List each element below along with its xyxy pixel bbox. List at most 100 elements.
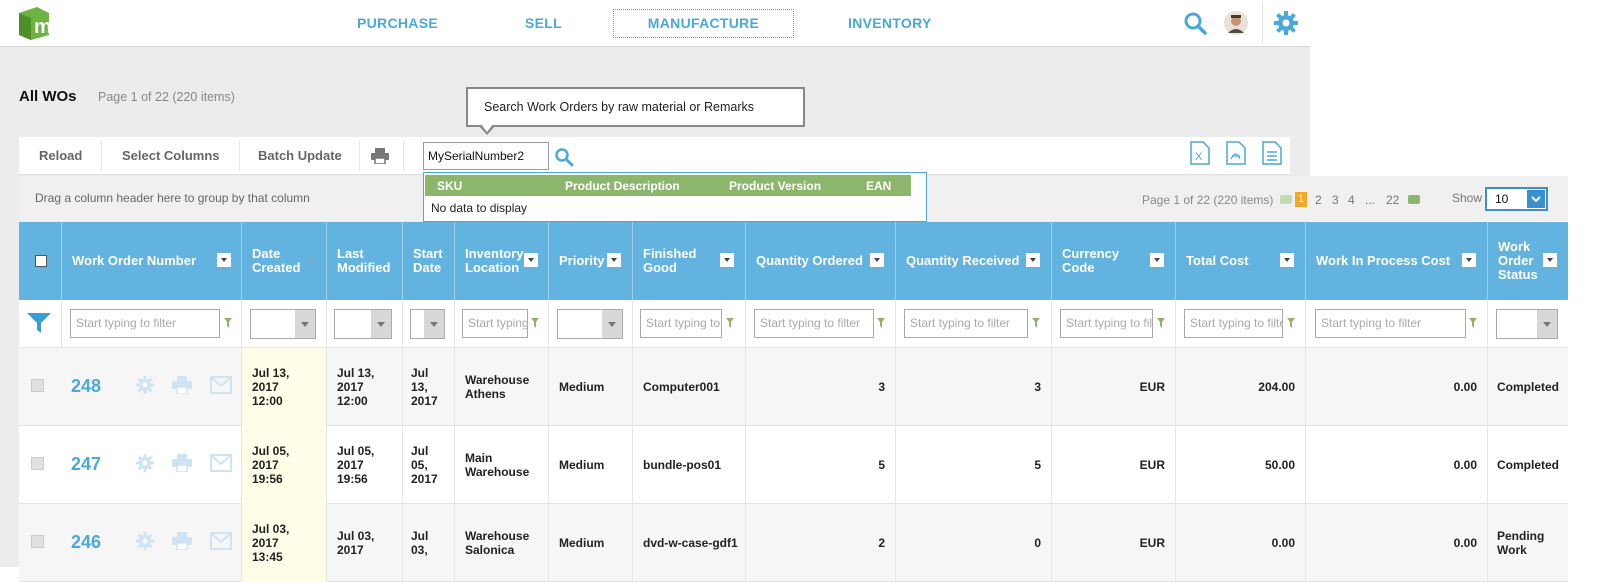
nav-purchase[interactable]: PURCHASE	[357, 15, 438, 31]
work-order-number-link[interactable]: 246	[71, 532, 101, 553]
settings-gear-icon[interactable]	[136, 454, 154, 472]
page-22[interactable]: 22	[1386, 193, 1399, 207]
user-avatar-icon[interactable]	[1224, 11, 1248, 35]
column-menu-icon[interactable]	[1543, 253, 1557, 267]
nav-manufacture[interactable]: MANUFACTURE	[613, 9, 794, 38]
reload-button[interactable]: Reload	[39, 137, 82, 175]
table-row[interactable]: 247 Jul 05, 2017 19:56 Jul 05, 2017 19:56 J…	[19, 426, 1568, 504]
settings-gear-icon[interactable]	[136, 532, 154, 550]
cell-value: Jul 13, 2017 12:00	[252, 366, 290, 408]
filter-wo-number-input[interactable]: Start typing to filter	[70, 309, 220, 338]
cell-value: Jul 03, 2017 13:45	[252, 522, 290, 564]
row-checkbox[interactable]	[31, 535, 44, 548]
next-page-icon[interactable]	[1408, 195, 1420, 204]
filter-qty-ordered-input[interactable]: Start typing to filter	[754, 309, 874, 338]
page-3[interactable]: 3	[1332, 193, 1339, 207]
col-inventory-location[interactable]: Inventory Location	[455, 222, 549, 300]
row-print-icon[interactable]	[172, 454, 192, 472]
filter-option-icon[interactable]	[1287, 318, 1295, 328]
page-ellipsis[interactable]: ...	[1365, 193, 1375, 207]
filter-qty-received-input[interactable]: Start typing to filter	[904, 309, 1028, 338]
app-logo-icon[interactable]: m	[17, 5, 51, 41]
filter-option-icon[interactable]	[224, 318, 232, 328]
export-pdf-icon[interactable]	[1226, 141, 1246, 165]
filter-option-icon[interactable]	[1469, 318, 1477, 328]
col-finished-good[interactable]: Finished Good	[633, 222, 746, 300]
column-menu-icon[interactable]	[1280, 253, 1294, 267]
col-start-date[interactable]: Start Date	[403, 222, 455, 300]
cell-value: Completed	[1497, 458, 1560, 472]
cell-value: Completed	[1497, 380, 1560, 394]
select-columns-button[interactable]: Select Columns	[122, 137, 220, 175]
tooltip-tail-inner	[481, 124, 493, 132]
col-priority[interactable]: Priority	[549, 222, 633, 300]
print-icon[interactable]	[371, 148, 389, 164]
export-excel-icon[interactable]: X	[1190, 141, 1210, 165]
filter-option-icon[interactable]	[1032, 318, 1040, 328]
page-4[interactable]: 4	[1348, 193, 1355, 207]
select-all-checkbox[interactable]	[35, 255, 47, 267]
filter-start-date-select[interactable]	[410, 309, 445, 339]
search-icon[interactable]	[1183, 11, 1207, 35]
filter-status-select[interactable]	[1496, 309, 1558, 339]
nav-inventory[interactable]: INVENTORY	[848, 15, 932, 31]
filter-option-icon[interactable]	[877, 318, 885, 328]
table-row[interactable]: 246 Jul 03, 2017 13:45 Jul 03, 2017 Jul 03,…	[19, 504, 1568, 582]
col-date-created[interactable]: Date Created	[242, 222, 327, 300]
col-label: Last Modified	[337, 246, 391, 275]
settings-gear-icon[interactable]	[136, 376, 154, 394]
col-work-order-status[interactable]: Work Order Status	[1488, 222, 1568, 300]
column-menu-icon[interactable]	[607, 253, 621, 267]
col-wip-cost[interactable]: Work In Process Cost	[1306, 222, 1488, 300]
filter-priority-select[interactable]	[557, 309, 623, 339]
work-order-number-link[interactable]: 247	[71, 454, 101, 475]
filter-option-icon[interactable]	[531, 318, 539, 328]
column-menu-icon[interactable]	[870, 253, 884, 267]
filter-total-cost-input[interactable]: Start typing to filter	[1184, 309, 1283, 338]
column-menu-icon[interactable]	[1462, 253, 1476, 267]
col-total-cost[interactable]: Total Cost	[1176, 222, 1306, 300]
row-print-icon[interactable]	[172, 376, 192, 394]
column-menu-icon[interactable]	[1150, 253, 1164, 267]
work-order-number-link[interactable]: 248	[71, 376, 101, 397]
filter-wip-cost-input[interactable]: Start typing to filter	[1315, 309, 1466, 338]
filter-last-modified-select[interactable]	[334, 309, 392, 339]
search-input[interactable]: MySerialNumber2	[423, 142, 549, 170]
nav-sell[interactable]: SELL	[525, 15, 562, 31]
col-work-order-number[interactable]: Work Order Number	[62, 222, 242, 300]
column-menu-icon[interactable]	[217, 253, 231, 267]
col-quantity-received[interactable]: Quantity Received	[896, 222, 1052, 300]
export-document-icon[interactable]	[1262, 141, 1282, 165]
column-menu-icon[interactable]	[524, 253, 538, 267]
column-menu-icon[interactable]	[720, 253, 734, 267]
page-2[interactable]: 2	[1315, 193, 1322, 207]
page-title: All WOs	[19, 88, 77, 105]
col-currency-code[interactable]: Currency Code	[1052, 222, 1176, 300]
row-checkbox[interactable]	[31, 379, 44, 392]
col-last-modified[interactable]: Last Modified	[327, 222, 403, 300]
row-checkbox[interactable]	[31, 457, 44, 470]
page-1-current[interactable]: 1	[1295, 192, 1307, 207]
search-submit-icon[interactable]	[554, 147, 574, 167]
email-icon[interactable]	[210, 532, 232, 550]
filter-option-icon[interactable]	[1157, 318, 1165, 328]
cell-start-date: Jul 03,	[403, 504, 455, 582]
email-icon[interactable]	[210, 376, 232, 394]
table-row[interactable]: 248 Jul 13, 2017 12:00 Jul 13, 2017 12:00 J…	[19, 348, 1568, 426]
filter-currency-input[interactable]: Start typing to filter	[1060, 309, 1153, 338]
gear-icon[interactable]	[1274, 11, 1298, 35]
filter-finished-good-input[interactable]: Start typing to filter	[640, 309, 722, 338]
column-menu-icon[interactable]	[1026, 253, 1040, 267]
col-quantity-ordered[interactable]: Quantity Ordered	[746, 222, 896, 300]
filter-option-icon[interactable]	[726, 318, 734, 328]
prev-page-icon[interactable]	[1280, 195, 1292, 204]
filter-location-input[interactable]: Start typing to filter	[462, 309, 528, 338]
page-size-select[interactable]: 10	[1485, 187, 1548, 211]
filter-funnel-icon[interactable]	[27, 313, 51, 333]
filter-date-created-select[interactable]	[250, 309, 316, 339]
row-print-icon[interactable]	[172, 532, 192, 550]
batch-update-button[interactable]: Batch Update	[258, 137, 342, 175]
cell-value: bundle-pos01	[643, 458, 722, 472]
email-icon[interactable]	[210, 454, 232, 472]
cell-date-created: Jul 05, 2017 19:56	[242, 426, 327, 504]
